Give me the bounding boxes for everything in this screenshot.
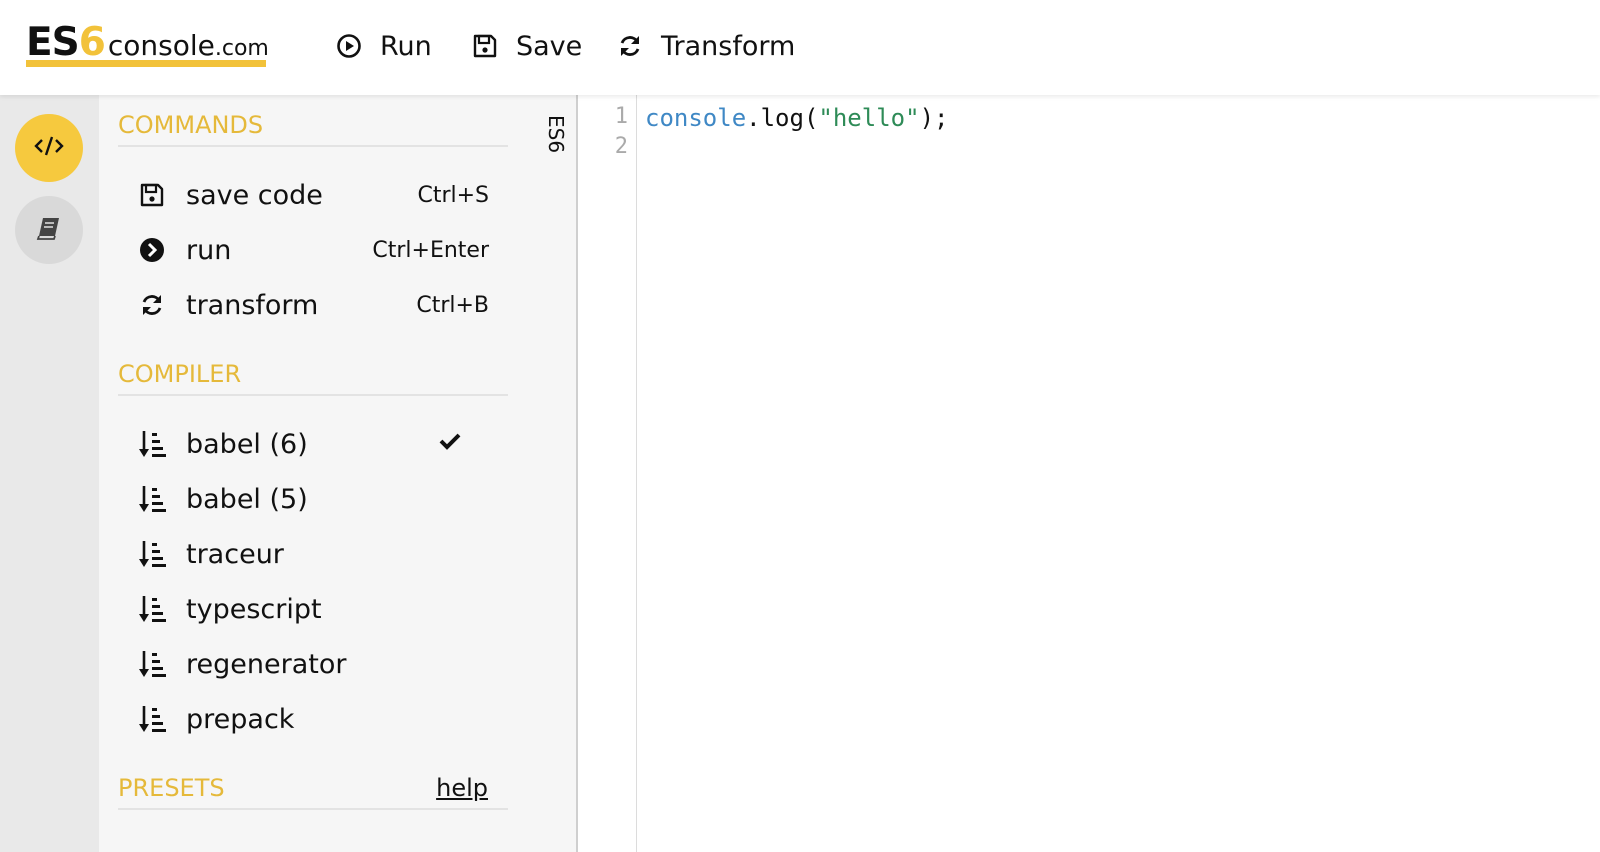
checkmark-icon	[439, 432, 461, 454]
compiler-item[interactable]: typescript	[137, 587, 489, 631]
logo-es: ES	[26, 20, 80, 65]
save-button[interactable]: Save	[472, 26, 582, 66]
compiler-item[interactable]: traceur	[137, 532, 489, 576]
code-token: console	[645, 104, 747, 132]
compiler-label: traceur	[186, 538, 284, 570]
run-button[interactable]: Run	[336, 26, 432, 66]
transform-label: Transform	[661, 30, 796, 62]
command-transform[interactable]: transform Ctrl+B	[137, 283, 489, 327]
docs-view-button[interactable]	[15, 196, 83, 264]
compiler-item[interactable]: prepack	[137, 697, 489, 741]
presets-heading: PRESETS help	[118, 774, 508, 810]
shortcut-label: Ctrl+S	[417, 182, 489, 208]
code-token: .log(	[746, 104, 819, 132]
book-icon	[35, 214, 63, 246]
help-link[interactable]: help	[436, 774, 488, 802]
compiler-label: babel (6)	[186, 428, 308, 460]
sort-icon	[137, 704, 167, 734]
shortcut-label: Ctrl+B	[416, 292, 489, 318]
line-number: 2	[614, 134, 628, 159]
sidebar-panel: COMMANDS save code Ctrl+S run Ctrl+Enter…	[99, 95, 528, 852]
code-icon	[33, 134, 65, 162]
sort-icon	[137, 429, 167, 459]
play-circle-icon	[336, 33, 362, 59]
save-label: Save	[516, 30, 583, 62]
logo-underline	[26, 60, 266, 67]
compiler-item[interactable]: babel (6)	[137, 422, 489, 466]
save-icon	[472, 33, 498, 59]
compiler-label: regenerator	[186, 648, 347, 680]
line-gutter: 1 2	[580, 95, 637, 852]
left-rail	[0, 95, 99, 852]
logo-console: console	[107, 29, 215, 62]
presets-heading-label: PRESETS	[118, 774, 225, 802]
commands-heading-label: COMMANDS	[118, 111, 264, 139]
compiler-label: babel (5)	[186, 483, 308, 515]
code-view-button[interactable]	[15, 114, 83, 182]
command-label: save code	[186, 179, 323, 211]
sort-icon	[137, 594, 167, 624]
compiler-item[interactable]: regenerator	[137, 642, 489, 686]
sort-icon	[137, 539, 167, 569]
sort-icon	[137, 649, 167, 679]
transform-button[interactable]: Transform	[617, 26, 795, 66]
mode-label[interactable]: ES6	[538, 115, 568, 153]
mode-strip: ES6	[528, 95, 578, 852]
refresh-icon	[137, 290, 167, 320]
compiler-heading-label: COMPILER	[118, 360, 242, 388]
sort-icon	[137, 484, 167, 514]
logo-com: .com	[214, 36, 269, 61]
top-header: ES 6 console .com Run Save Transform	[0, 0, 1600, 95]
command-run[interactable]: run Ctrl+Enter	[137, 228, 489, 272]
compiler-label: prepack	[186, 703, 295, 735]
command-label: run	[186, 234, 232, 266]
commands-heading: COMMANDS	[118, 111, 508, 147]
command-save-code[interactable]: save code Ctrl+S	[137, 173, 489, 217]
compiler-heading: COMPILER	[118, 360, 508, 396]
line-number: 1	[614, 104, 628, 129]
code-token: );	[919, 104, 949, 132]
logo-six: 6	[78, 20, 106, 65]
compiler-item[interactable]: babel (5)	[137, 477, 489, 521]
compiler-label: typescript	[186, 593, 322, 625]
save-icon	[137, 180, 167, 210]
code-token: "hello"	[818, 104, 920, 132]
shortcut-label: Ctrl+Enter	[372, 237, 489, 263]
refresh-icon	[617, 33, 643, 59]
run-label: Run	[380, 30, 432, 62]
code-editor[interactable]: console.log("hello");	[645, 104, 948, 132]
command-label: transform	[186, 289, 319, 321]
play-circle-icon	[137, 235, 167, 265]
